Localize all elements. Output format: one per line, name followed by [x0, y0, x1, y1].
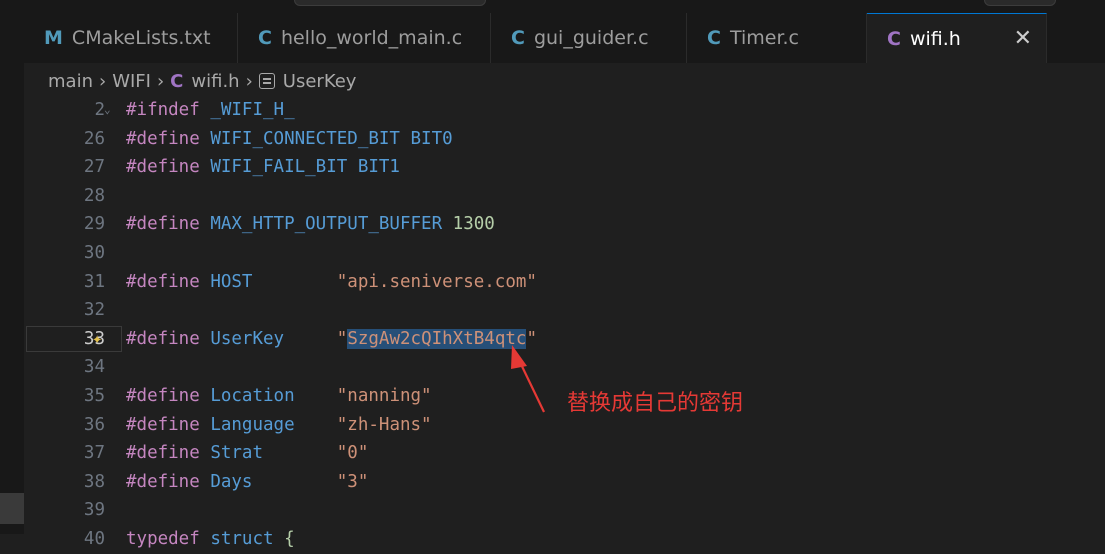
- annotation-text: 替换成自己的密钥: [567, 391, 744, 416]
- annotation-arrow: [511, 345, 545, 413]
